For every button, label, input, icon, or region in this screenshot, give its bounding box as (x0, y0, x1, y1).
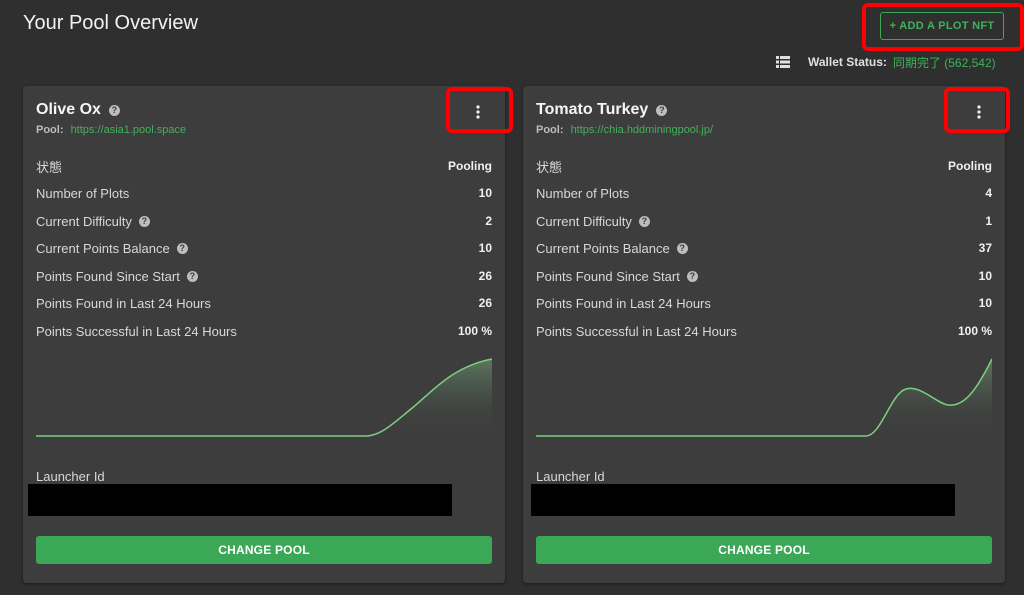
stat-row-points-found-last-24h: Points Found in Last 24 Hours 26 (36, 294, 492, 312)
stat-label: Current Difficulty? (36, 214, 150, 229)
stat-label: Points Found Since Start? (36, 269, 198, 284)
pool-card-olive-ox: Olive Ox ? Pool: https://asia1.pool.spac… (23, 86, 505, 583)
help-icon[interactable]: ? (108, 104, 120, 116)
help-icon[interactable]: ? (686, 270, 698, 282)
help-icon[interactable]: ? (638, 215, 650, 227)
stat-label: Current Difficulty? (536, 214, 650, 229)
stat-label-text: Points Found Since Start (536, 268, 680, 284)
pool-info: Pool: https://asia1.pool.space (36, 124, 186, 136)
chart-area (536, 359, 992, 436)
stat-row-current-difficulty: Current Difficulty? 1 (536, 212, 992, 230)
stat-value: 4 (985, 186, 992, 200)
stat-label: Points Found in Last 24 Hours (536, 295, 711, 311)
stat-value: 10 (978, 269, 992, 283)
help-icon[interactable]: ? (676, 242, 688, 254)
stat-value: 10 (478, 241, 492, 255)
stat-row-current-difficulty: Current Difficulty? 2 (36, 212, 492, 230)
stat-label-text: Points Found Since Start (36, 268, 180, 284)
stat-value: 10 (978, 296, 992, 310)
stat-row-points-successful-last-24h: Points Successful in Last 24 Hours 100 % (536, 322, 992, 340)
stat-label: Number of Plots (36, 185, 130, 201)
more-vert-icon (476, 105, 480, 119)
wallet-status-label: Wallet Status: (808, 55, 887, 69)
plot-nft-name: Tomato Turkey (536, 101, 649, 118)
launcher-id-label: Launcher Id (536, 469, 605, 484)
card-title: Tomato Turkey ? (536, 101, 668, 119)
stat-value: 26 (478, 296, 492, 310)
stat-row-status: 状態 Pooling (536, 157, 992, 175)
pool-info: Pool: https://chia.hddminingpool.jp/ (536, 124, 713, 136)
stat-value: 1 (985, 214, 992, 228)
stat-label: Current Points Balance? (536, 241, 688, 256)
stat-label-text: Current Difficulty (536, 213, 632, 229)
stat-row-points-found-since-start: Points Found Since Start? 26 (36, 267, 492, 285)
help-icon[interactable]: ? (186, 270, 198, 282)
stat-label: Current Points Balance? (36, 241, 188, 256)
points-chart (536, 358, 992, 437)
card-title: Olive Ox ? (36, 101, 120, 119)
stat-row-current-points-balance: Current Points Balance? 10 (36, 239, 492, 257)
stat-row-number-of-plots: Number of Plots 4 (536, 184, 992, 202)
stat-row-points-found-last-24h: Points Found in Last 24 Hours 10 (536, 294, 992, 312)
stat-label: Points Successful in Last 24 Hours (536, 323, 737, 339)
stat-value: 100 % (957, 324, 992, 338)
stat-label: Number of Plots (536, 185, 630, 201)
add-plot-nft-button[interactable]: + ADD A PLOT NFT (880, 12, 1004, 40)
help-icon[interactable]: ? (176, 242, 188, 254)
plot-nft-name: Olive Ox (36, 101, 101, 118)
launcher-id-redacted (28, 484, 452, 516)
stat-label-text: Current Difficulty (36, 213, 132, 229)
stat-label: Points Found in Last 24 Hours (36, 295, 211, 311)
stat-value: Pooling (448, 159, 492, 173)
stat-label: 状態 (36, 159, 63, 175)
help-icon[interactable]: ? (138, 215, 150, 227)
more-options-button[interactable] (466, 100, 490, 124)
change-pool-button[interactable]: CHANGE POOL (536, 536, 992, 564)
stat-row-points-found-since-start: Points Found Since Start? 10 (536, 267, 992, 285)
stat-row-number-of-plots: Number of Plots 10 (36, 184, 492, 202)
help-icon[interactable]: ? (656, 104, 668, 116)
stat-row-status: 状態 Pooling (36, 157, 492, 175)
pool-label: Pool: (536, 124, 564, 136)
pool-label: Pool: (36, 124, 64, 136)
stat-label-text: Current Points Balance (536, 240, 670, 256)
stat-row-points-successful-last-24h: Points Successful in Last 24 Hours 100 % (36, 322, 492, 340)
pool-url-link[interactable]: https://chia.hddminingpool.jp/ (571, 124, 713, 136)
more-options-button[interactable] (967, 100, 991, 124)
wallet-status-value: 同期完了 (562,542) (892, 55, 996, 70)
stat-label: Points Successful in Last 24 Hours (36, 323, 237, 339)
more-vert-icon (977, 105, 981, 119)
page-title: Your Pool Overview (23, 12, 198, 34)
stat-label: 状態 (536, 159, 563, 175)
pool-card-tomato-turkey: Tomato Turkey ? Pool: https://chia.hddmi… (523, 86, 1005, 583)
stat-label-text: Current Points Balance (36, 240, 170, 256)
stat-value: 100 % (457, 324, 492, 338)
launcher-id-redacted (531, 484, 955, 516)
stat-value: 2 (485, 214, 492, 228)
wallet-status: Wallet Status: 同期完了 (562,542) (776, 53, 996, 71)
stat-value: 10 (478, 186, 492, 200)
pool-url-link[interactable]: https://asia1.pool.space (71, 124, 187, 136)
stat-value: 26 (478, 269, 492, 283)
stat-row-current-points-balance: Current Points Balance? 37 (536, 239, 992, 257)
points-chart (36, 358, 492, 437)
change-pool-button[interactable]: CHANGE POOL (36, 536, 492, 564)
list-icon[interactable] (776, 56, 790, 68)
stat-label: Points Found Since Start? (536, 269, 698, 284)
stat-value: Pooling (948, 159, 992, 173)
stat-value: 37 (978, 241, 992, 255)
launcher-id-label: Launcher Id (36, 469, 105, 484)
